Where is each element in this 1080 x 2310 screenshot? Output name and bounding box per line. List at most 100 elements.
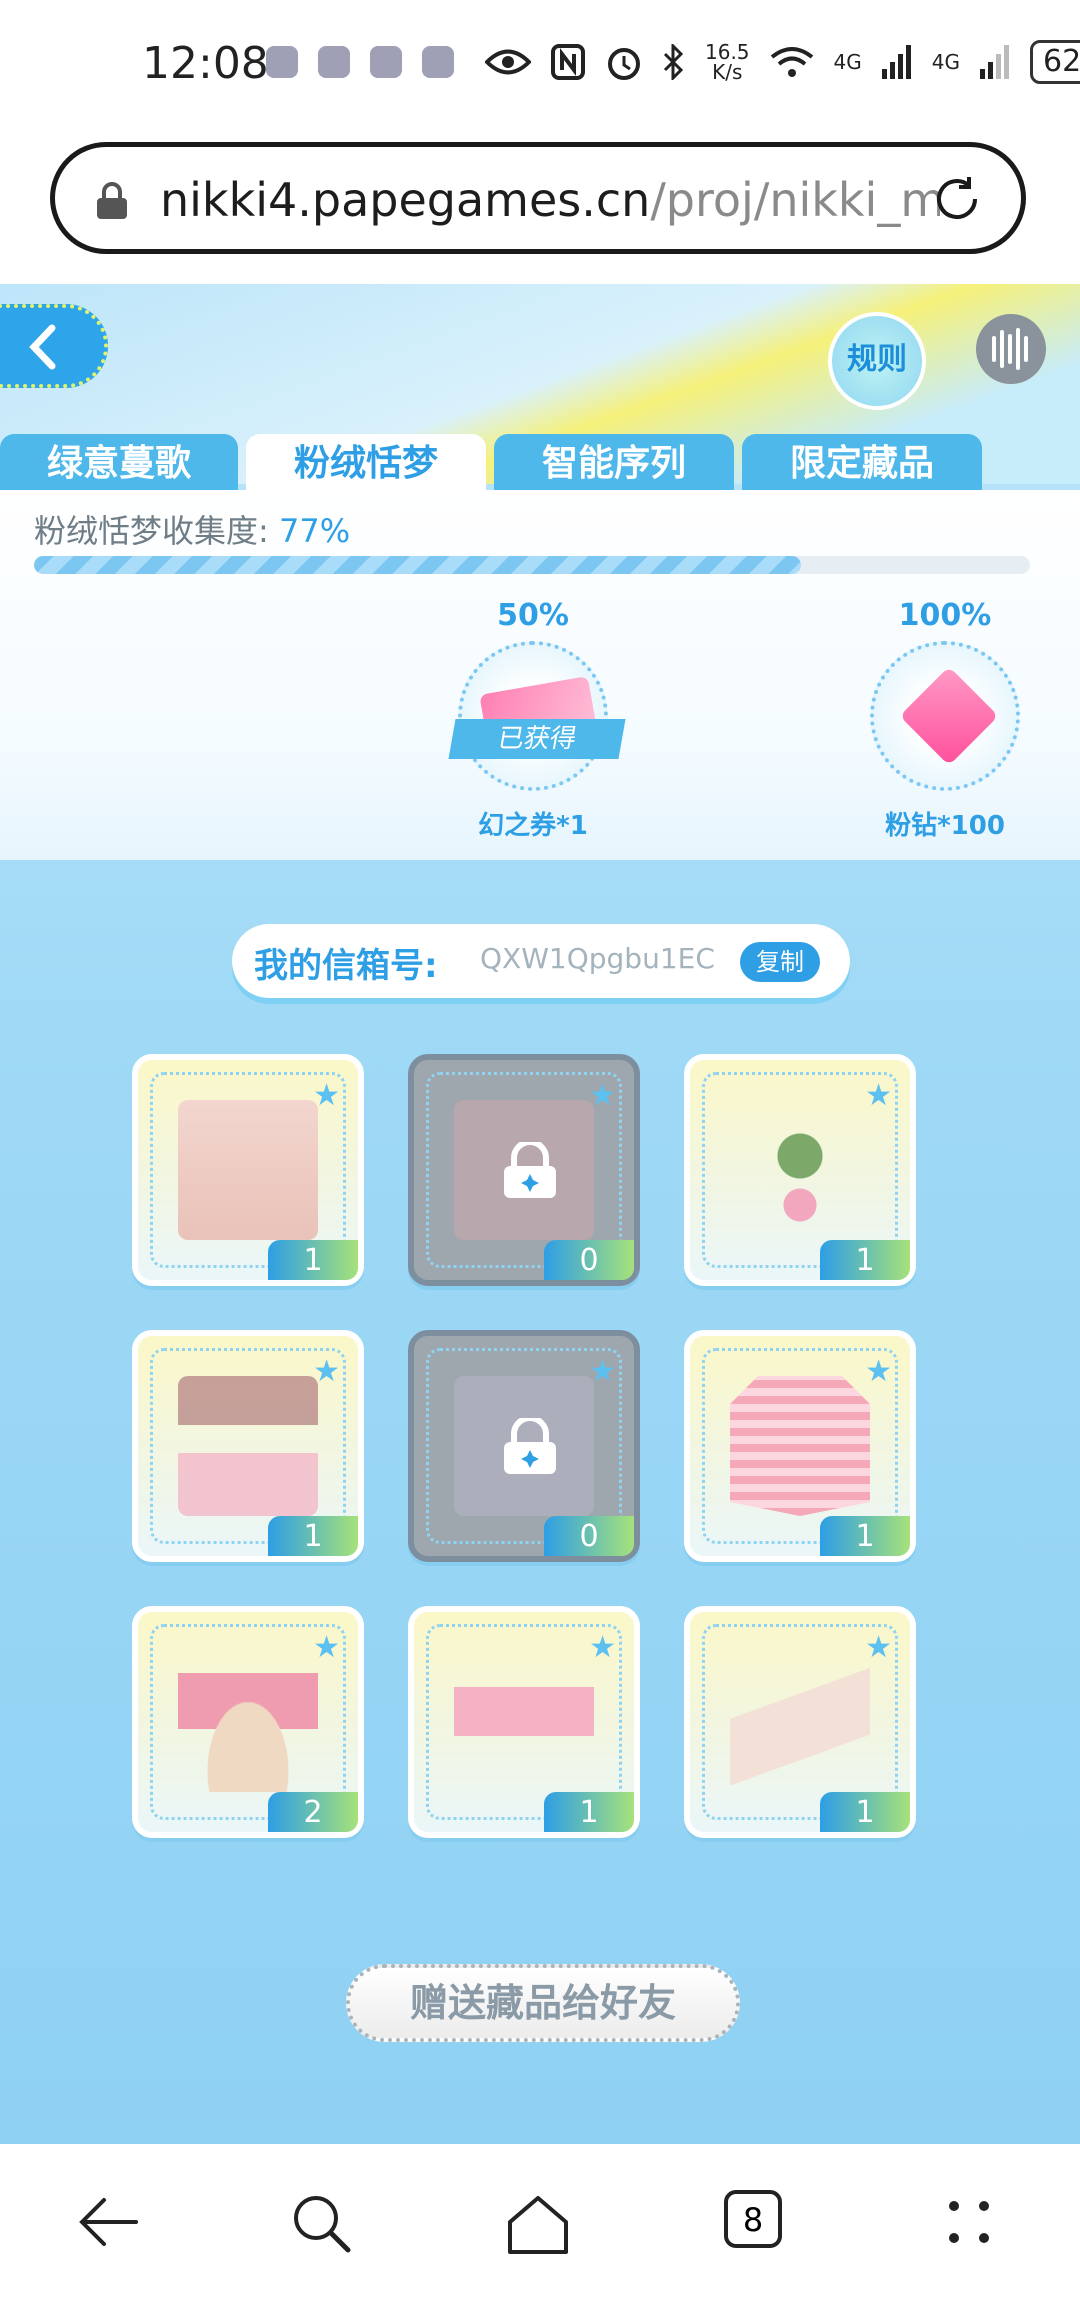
mailbox-id-bar: 我的信箱号: QXW1Qpgbu1EC 复制: [232, 924, 850, 998]
network-speed-unit: K/s: [712, 60, 743, 84]
milestone-100[interactable]: 100% 粉钻*100: [870, 598, 1020, 842]
reload-icon[interactable]: [929, 171, 985, 227]
collection-progress-panel: 粉绒恬梦收集度: 77% 50% 已获得 幻之券*1 100% 粉钻*100: [0, 490, 1080, 860]
star-icon: ★: [589, 1630, 616, 1665]
url-host: nikki4.papegames.cn: [160, 173, 651, 227]
collection-progress-bar: [34, 556, 1030, 574]
copy-button[interactable]: 复制: [740, 942, 820, 982]
audio-button[interactable]: [976, 314, 1046, 384]
collection-label: 粉绒恬梦收集度: 77%: [34, 506, 350, 552]
signal-label-2: 4G: [931, 50, 960, 74]
milestone-reward-name: 粉钻*100: [885, 811, 1005, 841]
system-icons: 16.5 K/s 4G 4G 62: [485, 40, 1080, 84]
item-count: 2: [268, 1792, 358, 1832]
star-icon: ★: [589, 1078, 616, 1113]
item-card[interactable]: ★ 1: [684, 1330, 916, 1562]
network-speed: 16.5 K/s: [705, 42, 750, 82]
app-notification-icon: [266, 46, 298, 78]
bluetooth-icon: [663, 44, 684, 80]
item-card[interactable]: ★ 1: [684, 1054, 916, 1286]
obtained-badge: 已获得: [448, 719, 626, 759]
signal-icon: [881, 45, 911, 79]
item-card[interactable]: ★ 1: [132, 1330, 364, 1562]
collection-label-text: 粉绒恬梦收集度:: [34, 512, 269, 550]
item-count: 1: [820, 1516, 910, 1556]
status-time: 12:08: [142, 38, 269, 89]
app-notification-icon: [318, 46, 350, 78]
lock-icon: [504, 1418, 556, 1474]
app-notification-icon: [422, 46, 454, 78]
alarm-icon: [608, 48, 640, 80]
item-count: 1: [820, 1792, 910, 1832]
rules-button[interactable]: 规则: [828, 312, 926, 410]
signal-icon: [980, 45, 1009, 79]
nfc-icon: [551, 44, 585, 80]
battery-indicator: 62: [1030, 40, 1080, 84]
milestone-reward-circle: 已获得: [448, 641, 626, 791]
chevron-left-icon: [29, 324, 56, 370]
mailbox-label: 我的信箱号:: [254, 946, 438, 986]
star-icon: ★: [865, 1078, 892, 1113]
app-notification-icon: [370, 46, 402, 78]
back-arrow-icon[interactable]: [76, 2192, 140, 2252]
milestone-50[interactable]: 50% 已获得 幻之券*1: [448, 598, 626, 842]
milestone-percent: 100%: [898, 598, 992, 633]
furniture-set-thumbnail: [178, 1376, 318, 1516]
mailbox-code: QXW1Qpgbu1EC: [480, 942, 715, 975]
browser-nav-bar: 8: [0, 2144, 1080, 2310]
star-icon: ★: [865, 1354, 892, 1389]
item-count: 1: [268, 1240, 358, 1280]
diamond-icon: [899, 666, 999, 766]
game-page: 规则 绿意蔓歌 粉绒恬梦 智能序列 限定藏品 粉绒恬梦收集度: 77% 50% …: [0, 284, 1080, 2144]
chair-item-thumbnail: [178, 1652, 318, 1792]
eye-icon: [485, 49, 531, 75]
item-card[interactable]: ★ 1: [408, 1606, 640, 1838]
star-icon: ★: [313, 1630, 340, 1665]
item-card[interactable]: ★ 1: [132, 1054, 364, 1286]
item-count: 1: [268, 1516, 358, 1556]
network-speed-value: 16.5: [705, 40, 750, 64]
lock-icon: [504, 1142, 556, 1198]
progress-fill: [34, 556, 801, 574]
tabs-count-button[interactable]: 8: [724, 2190, 782, 2248]
signal-label-1: 4G: [833, 50, 862, 74]
floor-item-thumbnail: [178, 1100, 318, 1240]
search-icon[interactable]: [290, 2192, 354, 2256]
milestone-reward-name: 幻之券*1: [478, 811, 588, 841]
home-icon[interactable]: [504, 2192, 572, 2256]
wifi-icon: [770, 47, 813, 77]
gift-to-friend-button[interactable]: 赠送藏品给好友: [346, 1964, 740, 2042]
wall-item-thumbnail: [730, 1376, 870, 1516]
letter-item-thumbnail: [730, 1652, 870, 1792]
item-count: 0: [544, 1240, 634, 1280]
address-bar[interactable]: nikki4.papegames.cn/proj/nikki_m: [50, 142, 1026, 254]
star-icon: ★: [313, 1354, 340, 1389]
collection-tabs: 绿意蔓歌 粉绒恬梦 智能序列 限定藏品: [0, 434, 990, 490]
url-path: /proj/nikki_m: [650, 173, 940, 227]
plant-item-thumbnail: [730, 1100, 870, 1240]
tab-limited-collection[interactable]: 限定藏品: [742, 434, 982, 490]
milestone-percent: 50%: [497, 598, 569, 633]
status-bar: 12:08 16.5 K/s 4G 4G 62: [0, 0, 1080, 128]
back-button[interactable]: [0, 304, 108, 388]
tab-smart-sequence[interactable]: 智能序列: [494, 434, 734, 490]
item-count: 1: [544, 1792, 634, 1832]
more-menu-icon[interactable]: [944, 2192, 994, 2252]
star-icon: ★: [313, 1078, 340, 1113]
lock-icon: [97, 182, 127, 219]
sound-wave-icon: [992, 328, 1028, 370]
tab-green-song[interactable]: 绿意蔓歌: [0, 434, 238, 490]
collection-percent: 77%: [278, 512, 351, 550]
desk-item-thumbnail: [454, 1652, 594, 1792]
milestone-reward-circle: [870, 641, 1020, 791]
star-icon: ★: [589, 1354, 616, 1389]
collection-item-grid: ★ 1 ★ 0 ★ 1 ★ 1 ★ 0 ★ 1 ★ 2 ★ 1 ★ 1: [132, 1054, 916, 1838]
item-card-locked[interactable]: ★ 0: [408, 1054, 640, 1286]
item-count: 1: [820, 1240, 910, 1280]
tab-pink-dream[interactable]: 粉绒恬梦: [246, 434, 486, 490]
item-card[interactable]: ★ 1: [684, 1606, 916, 1838]
item-card-locked[interactable]: ★ 0: [408, 1330, 640, 1562]
item-card[interactable]: ★ 2: [132, 1606, 364, 1838]
item-count: 0: [544, 1516, 634, 1556]
url-text[interactable]: nikki4.papegames.cn/proj/nikki_m: [160, 173, 940, 227]
